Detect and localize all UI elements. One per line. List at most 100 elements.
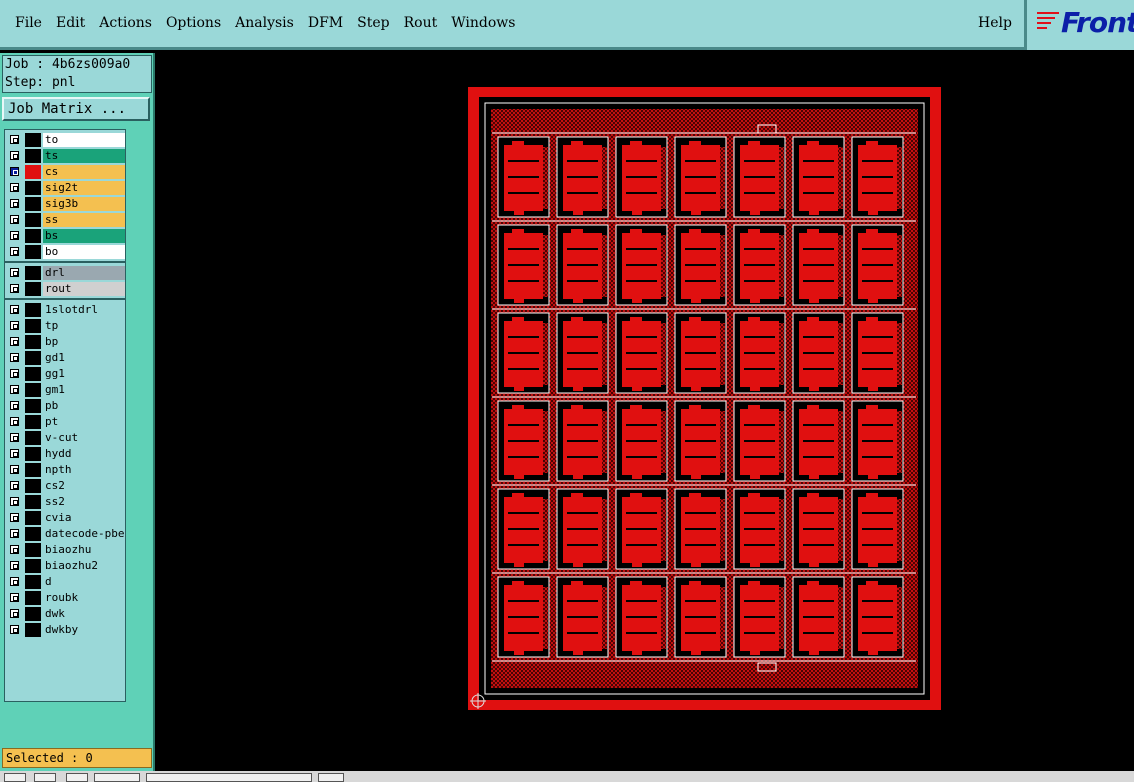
layer-checkbox[interactable] — [10, 321, 19, 330]
toolbar-button[interactable] — [318, 773, 344, 782]
layer-row[interactable]: rout — [5, 281, 125, 297]
pcb-unit-tab — [691, 381, 701, 391]
layer-color-swatch — [25, 133, 41, 147]
pcb-unit-side-hatch — [661, 499, 666, 561]
layer-checkbox[interactable] — [10, 465, 19, 474]
pcb-unit-tab — [868, 557, 878, 567]
layer-checkbox[interactable] — [10, 247, 19, 256]
layer-row[interactable]: ss — [5, 212, 125, 228]
layer-row[interactable]: to — [5, 132, 125, 148]
layer-checkbox[interactable] — [10, 385, 19, 394]
layer-row[interactable]: gd1 — [5, 350, 125, 366]
pcb-panel-view[interactable] — [158, 53, 1134, 771]
layer-checkbox[interactable] — [10, 481, 19, 490]
layer-row[interactable]: 1slotdrl — [5, 302, 125, 318]
layer-checkbox[interactable] — [10, 577, 19, 586]
pcb-unit-tab — [689, 229, 701, 239]
layer-checkbox[interactable] — [10, 609, 19, 618]
layer-row[interactable]: roubk — [5, 590, 125, 606]
layer-row[interactable]: datecode-pbe — [5, 526, 125, 542]
layer-checkbox[interactable] — [10, 268, 19, 277]
toolbar-button[interactable] — [4, 773, 26, 782]
menu-edit[interactable]: Edit — [49, 15, 92, 31]
job-matrix-button[interactable]: Job Matrix ... — [2, 97, 150, 121]
layer-row[interactable]: sig2t — [5, 180, 125, 196]
layer-checkbox[interactable] — [10, 284, 19, 293]
toolbar-button[interactable] — [66, 773, 88, 782]
help-menu[interactable]: Help — [978, 15, 1012, 31]
layer-checkbox[interactable] — [10, 529, 19, 538]
layer-checkbox[interactable] — [10, 369, 19, 378]
menu-actions[interactable]: Actions — [92, 15, 159, 31]
layer-checkbox[interactable] — [10, 337, 19, 346]
layer-checkbox[interactable] — [10, 353, 19, 362]
layer-checkbox[interactable] — [10, 497, 19, 506]
toolbar-button[interactable] — [34, 773, 56, 782]
layer-color-swatch — [25, 229, 41, 243]
layer-row[interactable]: dwkby — [5, 622, 125, 638]
layer-checkbox[interactable] — [10, 231, 19, 240]
layer-checkbox[interactable] — [10, 625, 19, 634]
layer-row[interactable]: drl — [5, 265, 125, 281]
layer-row[interactable]: dwk — [5, 606, 125, 622]
layer-checkbox[interactable] — [10, 593, 19, 602]
pcb-unit-side-hatch — [779, 499, 784, 561]
command-field[interactable] — [146, 773, 312, 782]
layer-name: ss2 — [43, 495, 125, 509]
pcb-unit-side-hatch — [720, 411, 725, 473]
layer-checkbox[interactable] — [10, 167, 19, 176]
layer-checkbox[interactable] — [10, 135, 19, 144]
layer-row[interactable]: tp — [5, 318, 125, 334]
layer-row[interactable]: pt — [5, 414, 125, 430]
layer-row[interactable]: hydd — [5, 446, 125, 462]
layer-checkbox[interactable] — [10, 151, 19, 160]
layer-row[interactable]: biaozhu — [5, 542, 125, 558]
menu-file[interactable]: File — [8, 15, 49, 31]
toolbar-button[interactable] — [94, 773, 140, 782]
layer-checkbox[interactable] — [10, 417, 19, 426]
menu-windows[interactable]: Windows — [444, 15, 522, 31]
layer-checkbox[interactable] — [10, 433, 19, 442]
pcb-unit-tab — [689, 317, 701, 327]
layer-checkbox[interactable] — [10, 513, 19, 522]
step-name: Step: pnl — [5, 75, 76, 90]
menu-analysis[interactable]: Analysis — [228, 15, 301, 31]
layer-row[interactable]: cvia — [5, 510, 125, 526]
layer-checkbox[interactable] — [10, 183, 19, 192]
layer-checkbox[interactable] — [10, 199, 19, 208]
layer-row[interactable]: pb — [5, 398, 125, 414]
layer-checkbox[interactable] — [10, 215, 19, 224]
menu-dfm[interactable]: DFM — [301, 15, 350, 31]
menu-options[interactable]: Options — [159, 15, 228, 31]
layer-row[interactable]: ts — [5, 148, 125, 164]
graphics-canvas[interactable] — [158, 53, 1134, 771]
layer-row[interactable]: npth — [5, 462, 125, 478]
layer-checkbox[interactable] — [10, 449, 19, 458]
pcb-unit-tab — [748, 141, 760, 151]
layer-row[interactable]: sig3b — [5, 196, 125, 212]
layer-checkbox[interactable] — [10, 545, 19, 554]
menu-step[interactable]: Step — [350, 15, 396, 31]
layer-row[interactable]: cs2 — [5, 478, 125, 494]
layer-row[interactable]: cs — [5, 164, 125, 180]
layer-name: to — [43, 133, 125, 147]
layer-color-swatch — [25, 543, 41, 557]
menu-rout[interactable]: Rout — [397, 15, 445, 31]
layer-row[interactable]: gm1 — [5, 382, 125, 398]
pcb-unit-side-hatch — [779, 235, 784, 297]
layer-name: bp — [43, 335, 125, 349]
layer-row[interactable]: biaozhu2 — [5, 558, 125, 574]
pcb-unit-tab — [691, 293, 701, 303]
layer-row[interactable]: bp — [5, 334, 125, 350]
layer-row[interactable]: bs — [5, 228, 125, 244]
layer-row[interactable]: gg1 — [5, 366, 125, 382]
layer-row[interactable]: bo — [5, 244, 125, 260]
pcb-unit-side-hatch — [543, 235, 548, 297]
layer-checkbox[interactable] — [10, 401, 19, 410]
layer-row[interactable]: v-cut — [5, 430, 125, 446]
layer-color-swatch — [25, 335, 41, 349]
layer-checkbox[interactable] — [10, 305, 19, 314]
layer-row[interactable]: ss2 — [5, 494, 125, 510]
layer-checkbox[interactable] — [10, 561, 19, 570]
layer-row[interactable]: d — [5, 574, 125, 590]
